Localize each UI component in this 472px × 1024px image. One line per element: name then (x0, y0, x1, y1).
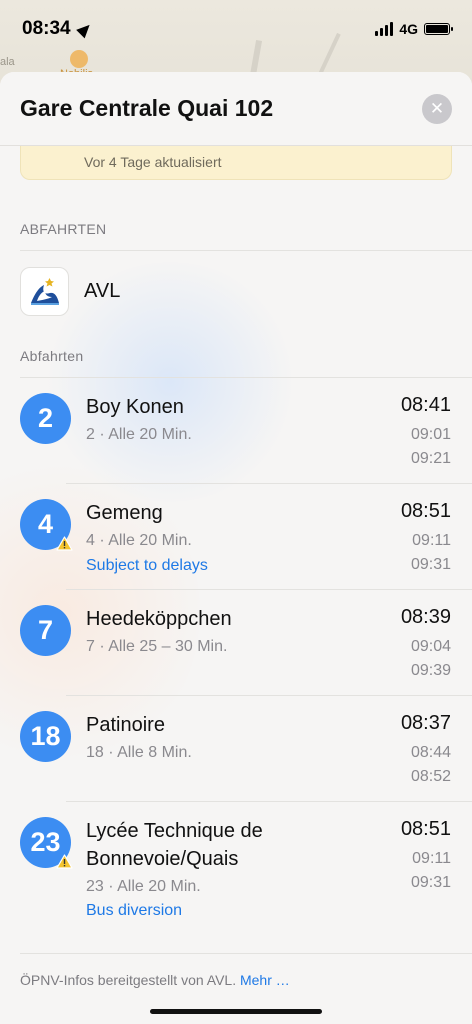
departure-time: 09:11 (412, 850, 451, 867)
route-badge: 2 (20, 393, 71, 444)
service-alert-link[interactable]: Bus diversion (86, 902, 182, 920)
destination: Patinoire (86, 714, 165, 736)
next-departure-time: 08:51 (400, 818, 451, 840)
next-departure-time: 08:41 (400, 394, 451, 416)
next-departure-time: 08:37 (400, 712, 451, 734)
network-type: 4G (399, 21, 418, 37)
status-indicators: 4G (375, 21, 453, 37)
page-title: Gare Centrale Quai 102 (20, 95, 274, 121)
departure-time: 09:31 (410, 874, 451, 891)
update-notice: Vor 4 Tage aktualisiert (20, 144, 452, 180)
clock: 08:34 (22, 18, 71, 39)
service-alert-link[interactable]: Subject to delays (86, 557, 208, 575)
destination: Gemeng (86, 502, 163, 524)
route-frequency: 7 · Alle 25 – 30 Min. (86, 638, 228, 655)
departure-time: 09:39 (410, 662, 451, 679)
warning-icon (56, 536, 73, 551)
divider (66, 801, 472, 802)
sheet-header: Gare Centrale Quai 102 ✕ (0, 72, 472, 146)
divider (66, 695, 472, 696)
route-frequency: 2 · Alle 20 Min. (86, 426, 192, 443)
departure-time: 08:44 (410, 744, 451, 761)
station-sheet: Gare Centrale Quai 102 ✕ Vor 4 Tage aktu… (0, 72, 472, 1024)
departure-row[interactable]: 18 Patinoire 18 · Alle 8 Min. 08:37 08:4… (0, 711, 472, 801)
departure-time: 09:31 (410, 556, 451, 573)
status-time: 08:34 (22, 18, 94, 40)
departure-row[interactable]: 4 Gemeng 4 · Alle 20 Min. Subject to del… (0, 499, 472, 589)
next-departure-time: 08:51 (400, 500, 451, 522)
location-arrow-icon (75, 20, 94, 38)
route-badge: 7 (20, 605, 71, 656)
departure-row[interactable]: 2 Boy Konen 2 · Alle 20 Min. 08:41 09:01… (0, 393, 472, 483)
close-button[interactable]: ✕ (422, 93, 452, 124)
divider (20, 377, 472, 378)
home-indicator[interactable] (150, 1009, 322, 1014)
departure-time: 09:11 (412, 532, 451, 549)
subsection-header-departures: Abfahrten (20, 348, 84, 364)
route-frequency: 23 · Alle 20 Min. (86, 878, 201, 895)
section-header-departures: ABFAHRTEN (20, 221, 107, 237)
departure-time: 09:01 (410, 426, 451, 443)
notice-text: Vor 4 Tage aktualisiert (84, 153, 222, 170)
agency-row[interactable]: AVL (20, 267, 120, 316)
route-frequency: 4 · Alle 20 Min. (86, 532, 192, 549)
departure-time: 09:21 (410, 450, 451, 467)
departure-row[interactable]: 7 Heedeköppchen 7 · Alle 25 – 30 Min. 08… (0, 605, 472, 695)
route-frequency: 18 · Alle 8 Min. (86, 744, 192, 761)
agency-name: AVL (84, 280, 121, 302)
divider (20, 953, 472, 954)
next-departure-time: 08:39 (400, 606, 451, 628)
attribution: ÖPNV-Infos bereitgestellt von AVL. Mehr … (20, 972, 290, 988)
close-icon: ✕ (429, 98, 445, 118)
divider (66, 589, 472, 590)
attribution-text: ÖPNV-Infos bereitgestellt von AVL. (20, 972, 237, 988)
avl-logo-icon (30, 277, 59, 305)
more-link[interactable]: Mehr … (240, 972, 290, 988)
warning-icon (56, 854, 73, 869)
battery-icon (424, 23, 453, 35)
divider (20, 250, 472, 251)
cellular-signal-icon (375, 22, 394, 36)
destination-line-1: Lycée Technique de (86, 820, 263, 842)
departure-time: 08:52 (410, 768, 451, 785)
agency-logo (20, 267, 69, 316)
destination: Heedeköppchen (86, 608, 232, 630)
status-bar: 08:34 4G (0, 0, 472, 58)
departure-time: 09:04 (410, 638, 451, 655)
divider (66, 483, 472, 484)
route-badge: 18 (20, 711, 71, 762)
departure-row[interactable]: 23 Lycée Technique de Bonnevoie/Quais 23… (0, 817, 472, 947)
destination: Boy Konen (86, 396, 184, 418)
destination-line-2: Bonnevoie/Quais (86, 848, 239, 870)
